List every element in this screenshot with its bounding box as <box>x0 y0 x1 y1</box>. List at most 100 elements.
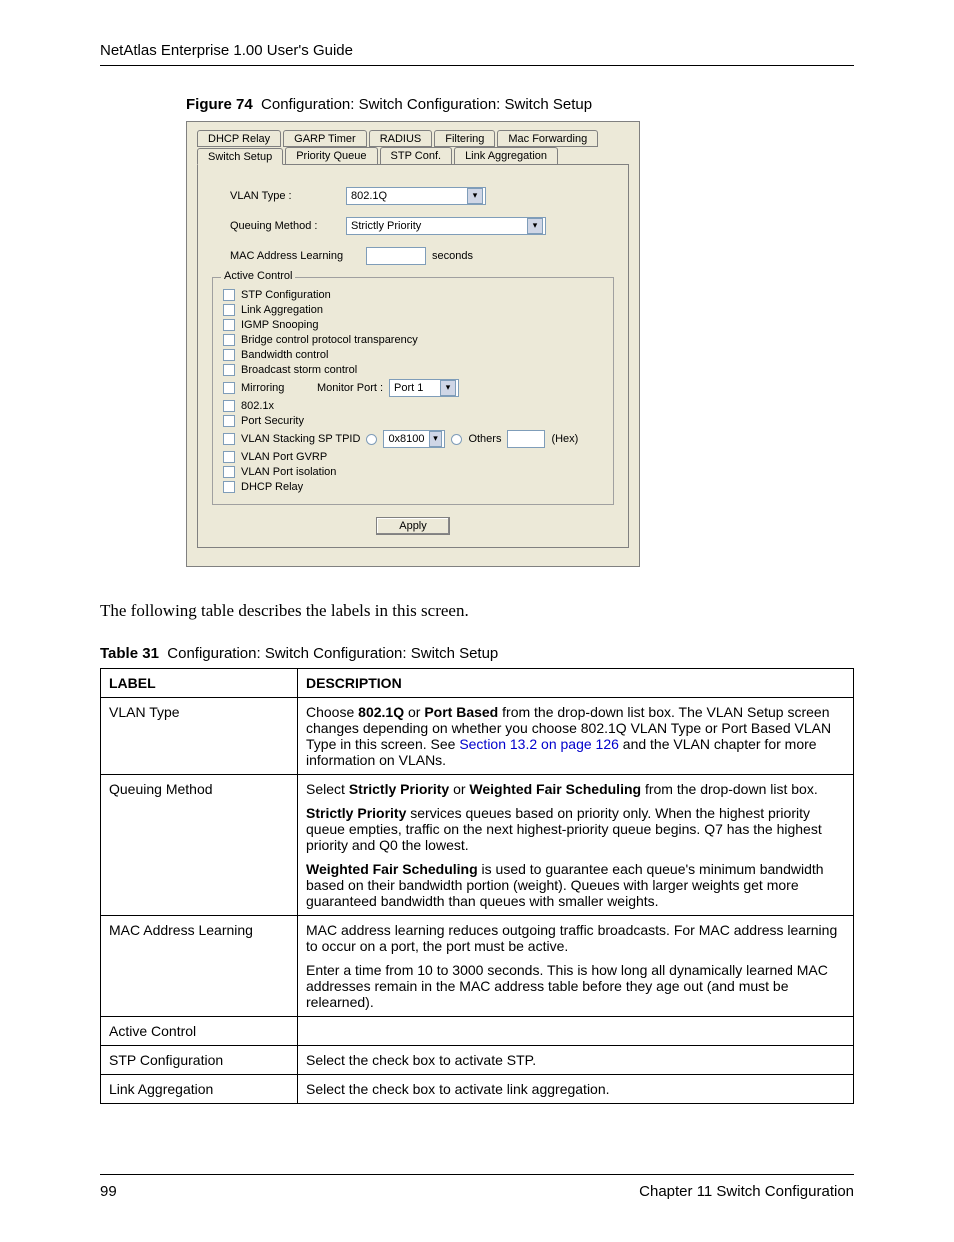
table-title: Configuration: Switch Configuration: Swi… <box>167 645 498 662</box>
monitor-port-select[interactable]: Port 1 ▾ <box>389 379 459 397</box>
8021x-label: 802.1x <box>241 400 274 412</box>
bridge-transparency-checkbox[interactable] <box>223 334 235 346</box>
tab-mac-forwarding[interactable]: Mac Forwarding <box>497 130 598 147</box>
page-number: 99 <box>100 1183 117 1200</box>
text-bold: Strictly Priority <box>306 805 406 821</box>
tab-dhcp-relay[interactable]: DHCP Relay <box>197 130 281 147</box>
text-bold: Weighted Fair Scheduling <box>306 861 478 877</box>
sp-tpid-preset-radio[interactable] <box>366 434 377 445</box>
sp-tpid-others-radio[interactable] <box>451 434 462 445</box>
tab-radius[interactable]: RADIUS <box>369 130 433 147</box>
text: or <box>449 781 469 797</box>
row-label-active-control: Active Control <box>101 1017 298 1046</box>
tab-garp-timer[interactable]: GARP Timer <box>283 130 367 147</box>
text: Enter a time from 10 to 3000 seconds. Th… <box>306 962 845 1010</box>
tab-stp-conf[interactable]: STP Conf. <box>380 147 453 164</box>
running-head: NetAtlas Enterprise 1.00 User's Guide <box>100 42 854 66</box>
table-row: STP Configuration Select the check box t… <box>101 1046 854 1075</box>
mac-learning-input[interactable] <box>366 247 426 265</box>
chapter-title: Chapter 11 Switch Configuration <box>639 1183 854 1200</box>
dhcp-relay-checkbox[interactable] <box>223 481 235 493</box>
chevron-down-icon: ▾ <box>527 218 543 234</box>
vlan-port-gvrp-checkbox[interactable] <box>223 451 235 463</box>
text: MAC address learning reduces outgoing tr… <box>306 922 845 954</box>
row-label-vlan-type: VLAN Type <box>101 698 298 775</box>
stp-configuration-checkbox[interactable] <box>223 289 235 301</box>
active-control-group: Active Control STP Configuration Link Ag… <box>212 277 614 505</box>
mirroring-label: Mirroring <box>241 382 311 394</box>
igmp-snooping-label: IGMP Snooping <box>241 319 318 331</box>
text-bold: Weighted Fair Scheduling <box>469 781 641 797</box>
chevron-down-icon: ▾ <box>429 431 443 447</box>
chevron-down-icon: ▾ <box>440 380 456 396</box>
table-row: MAC Address Learning MAC address learnin… <box>101 916 854 1017</box>
tab-link-aggregation[interactable]: Link Aggregation <box>454 147 558 164</box>
row-desc-vlan-type: Choose 802.1Q or Port Based from the dro… <box>298 698 854 775</box>
vlan-port-isolation-checkbox[interactable] <box>223 466 235 478</box>
figure-label: Figure 74 <box>186 96 253 113</box>
bandwidth-control-checkbox[interactable] <box>223 349 235 361</box>
table-header-description: DESCRIPTION <box>298 669 854 698</box>
row-desc-stp: Select the check box to activate STP. <box>298 1046 854 1075</box>
row-label-stp: STP Configuration <box>101 1046 298 1075</box>
8021x-checkbox[interactable] <box>223 400 235 412</box>
apply-button[interactable]: Apply <box>376 517 450 535</box>
figure-title: Configuration: Switch Configuration: Swi… <box>261 96 592 113</box>
text: or <box>404 704 424 720</box>
table-header-label: LABEL <box>101 669 298 698</box>
tab-filtering[interactable]: Filtering <box>434 130 495 147</box>
tab-switch-setup[interactable]: Switch Setup <box>197 148 283 165</box>
row-desc-mac: MAC address learning reduces outgoing tr… <box>298 916 854 1017</box>
vlan-stacking-label: VLAN Stacking SP TPID <box>241 433 360 445</box>
figure-caption: Figure 74 Configuration: Switch Configur… <box>186 96 854 113</box>
row-label-link-aggregation: Link Aggregation <box>101 1075 298 1104</box>
hex-label: (Hex) <box>551 433 578 445</box>
page-footer: 99 Chapter 11 Switch Configuration <box>100 1174 854 1200</box>
dhcp-relay-label: DHCP Relay <box>241 481 303 493</box>
vlan-type-select[interactable]: 802.1Q ▾ <box>346 187 486 205</box>
table-row: Link Aggregation Select the check box to… <box>101 1075 854 1104</box>
row-desc-link-aggregation: Select the check box to activate link ag… <box>298 1075 854 1104</box>
igmp-snooping-checkbox[interactable] <box>223 319 235 331</box>
bridge-transparency-label: Bridge control protocol transparency <box>241 334 418 346</box>
port-security-label: Port Security <box>241 415 304 427</box>
table-header-row: LABEL DESCRIPTION <box>101 669 854 698</box>
broadcast-storm-checkbox[interactable] <box>223 364 235 376</box>
queuing-method-select[interactable]: Strictly Priority ▾ <box>346 217 546 235</box>
link-aggregation-checkbox[interactable] <box>223 304 235 316</box>
text-bold: Port Based <box>424 704 498 720</box>
link-aggregation-label: Link Aggregation <box>241 304 323 316</box>
text: Choose <box>306 704 358 720</box>
switch-setup-dialog: DHCP Relay GARP Timer RADIUS Filtering M… <box>186 121 640 567</box>
text: Select <box>306 781 349 797</box>
monitor-port-value: Port 1 <box>394 382 423 394</box>
tab-priority-queue[interactable]: Priority Queue <box>285 147 377 164</box>
text: from the drop-down list box. <box>641 781 818 797</box>
dialog-body: VLAN Type : 802.1Q ▾ Queuing Method : St… <box>197 164 629 548</box>
vlan-type-value: 802.1Q <box>351 190 387 202</box>
bandwidth-control-label: Bandwidth control <box>241 349 328 361</box>
text-bold: Strictly Priority <box>349 781 449 797</box>
port-security-checkbox[interactable] <box>223 415 235 427</box>
dialog-tabs: DHCP Relay GARP Timer RADIUS Filtering M… <box>197 130 629 548</box>
others-label: Others <box>468 433 501 445</box>
sp-tpid-others-input[interactable] <box>507 430 545 448</box>
chevron-down-icon: ▾ <box>467 188 483 204</box>
broadcast-storm-label: Broadcast storm control <box>241 364 357 376</box>
vlan-port-isolation-label: VLAN Port isolation <box>241 466 336 478</box>
sp-tpid-value: 0x8100 <box>388 433 424 445</box>
table-row: Queuing Method Select Strictly Priority … <box>101 775 854 916</box>
sp-tpid-select[interactable]: 0x8100 ▾ <box>383 430 445 448</box>
mirroring-checkbox[interactable] <box>223 382 235 394</box>
table-row: VLAN Type Choose 802.1Q or Port Based fr… <box>101 698 854 775</box>
row-label-mac: MAC Address Learning <box>101 916 298 1017</box>
vlan-type-label: VLAN Type : <box>230 190 340 202</box>
vlan-stacking-checkbox[interactable] <box>223 433 235 445</box>
table-label: Table 31 <box>100 645 159 662</box>
active-control-legend: Active Control <box>221 270 295 282</box>
body-paragraph: The following table describes the labels… <box>100 601 854 621</box>
cross-reference-link[interactable]: Section 13.2 on page 126 <box>459 736 619 752</box>
mac-learning-label: MAC Address Learning <box>230 250 360 262</box>
row-desc-queuing: Select Strictly Priority or Weighted Fai… <box>298 775 854 916</box>
description-table: LABEL DESCRIPTION VLAN Type Choose 802.1… <box>100 668 854 1104</box>
